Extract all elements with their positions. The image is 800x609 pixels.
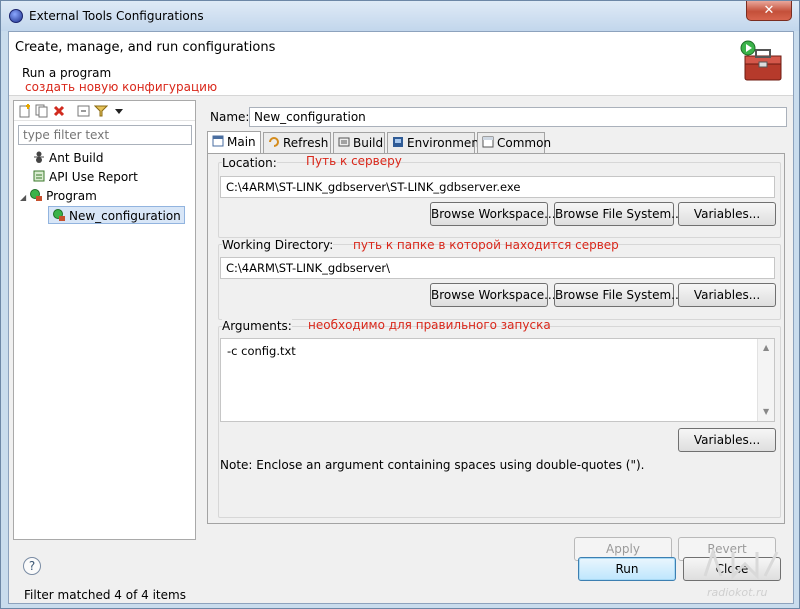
configuration-list-panel: Ant Build API Use Report ◢ Program New_co… <box>13 100 196 602</box>
tab-label: Common <box>497 136 552 150</box>
arguments-variables-button[interactable]: Variables... <box>678 428 776 452</box>
title-bar[interactable]: External Tools Configurations ✕ <box>1 1 799 31</box>
filter-status: Filter matched 4 of 4 items <box>24 588 186 602</box>
api-report-icon <box>33 170 45 182</box>
name-label: Name: <box>210 110 250 124</box>
annotation-new-config: создать новую конфигурацию <box>25 80 218 94</box>
tab-common[interactable]: Common <box>477 132 551 154</box>
tree-item-program[interactable]: ◢ Program <box>20 187 97 205</box>
watermark-logo <box>703 547 779 580</box>
annotation-location: Путь к серверу <box>306 154 402 168</box>
dialog-client: Create, manage, and run configurations R… <box>8 31 794 604</box>
config-toolbar <box>14 101 195 121</box>
window-close-button[interactable]: ✕ <box>746 1 792 21</box>
working-dir-variables-button[interactable]: Variables... <box>678 283 776 307</box>
arguments-scrollbar[interactable]: ▲ ▼ <box>757 339 774 421</box>
tree-item-api-use-report[interactable]: API Use Report <box>32 168 138 186</box>
header-subtitle: Run a program <box>22 66 112 80</box>
tab-build[interactable]: Build <box>333 132 385 154</box>
working-dir-browse-filesystem-button[interactable]: Browse File System... <box>554 283 683 307</box>
annotation-arguments: необходимо для правильного запуска <box>308 318 551 332</box>
program-config-icon <box>53 209 65 221</box>
header-title: Create, manage, and run configurations <box>15 40 276 55</box>
location-input[interactable]: C:\4ARM\ST-LINK_gdbserver\ST-LINK_gdbser… <box>220 176 775 198</box>
filter-icon[interactable] <box>94 104 108 118</box>
tab-main[interactable]: Main <box>207 131 261 155</box>
tree-item-label: API Use Report <box>49 170 138 184</box>
working-dir-group <box>218 244 781 320</box>
watermark-text: radiokot.ru <box>707 586 768 599</box>
eclipse-icon <box>9 9 23 23</box>
location-browse-workspace-button[interactable]: Browse Workspace... <box>430 202 556 226</box>
view-menu-icon[interactable] <box>112 104 126 118</box>
tree-item-label: New_configuration <box>69 209 181 223</box>
arguments-textarea[interactable]: -c config.txt ▲ ▼ <box>220 338 775 422</box>
location-browse-filesystem-button[interactable]: Browse File System... <box>554 202 683 226</box>
main-tab-panel: Location: Путь к серверу C:\4ARM\ST-LINK… <box>207 153 785 524</box>
working-dir-input[interactable]: C:\4ARM\ST-LINK_gdbserver\ <box>220 257 775 279</box>
tab-label: Environment <box>407 136 484 150</box>
name-input[interactable]: New_configuration <box>249 107 787 127</box>
tree-item-new-configuration[interactable]: New_configuration <box>48 206 185 224</box>
filter-input[interactable] <box>18 125 192 145</box>
delete-icon[interactable] <box>52 104 66 118</box>
duplicate-icon[interactable] <box>35 104 49 118</box>
scroll-up-icon[interactable]: ▲ <box>763 343 769 352</box>
location-variables-button[interactable]: Variables... <box>678 202 776 226</box>
working-dir-browse-workspace-button[interactable]: Browse Workspace... <box>430 283 556 307</box>
main-tab-icon <box>212 135 224 147</box>
tab-label: Refresh <box>283 136 329 150</box>
tab-label: Build <box>353 136 384 150</box>
tree-item-label: Ant Build <box>49 151 104 165</box>
expand-arrow-icon[interactable]: ◢ <box>20 193 26 202</box>
tree-item-ant-build[interactable]: Ant Build <box>32 149 103 167</box>
program-icon <box>30 189 43 201</box>
configuration-editor: Name: New_configuration Main Refresh Bui… <box>202 100 790 561</box>
build-icon <box>338 137 350 147</box>
location-group <box>218 162 781 238</box>
help-icon[interactable]: ? <box>23 557 41 575</box>
new-config-icon[interactable] <box>18 104 32 118</box>
ant-icon <box>34 151 44 163</box>
watermark: radiokot.ru <box>699 546 785 602</box>
arguments-note: Note: Enclose an argument containing spa… <box>220 458 645 472</box>
toolbox-run-icon <box>740 40 782 81</box>
arguments-text: -c config.txt <box>227 344 296 358</box>
annotation-working-dir: путь к папке в которой находится сервер <box>353 238 619 252</box>
environment-icon <box>393 137 403 147</box>
run-button[interactable]: Run <box>578 557 676 581</box>
tab-environment[interactable]: Environment <box>387 132 484 154</box>
arguments-label: Arguments: <box>222 319 292 333</box>
scroll-down-icon[interactable]: ▼ <box>763 407 769 416</box>
dialog-window: External Tools Configurations ✕ Create, … <box>0 0 800 609</box>
working-dir-label: Working Directory: <box>222 238 334 252</box>
tree-item-label: Program <box>46 189 97 203</box>
location-label: Location: <box>222 156 277 170</box>
tab-label: Main <box>227 135 256 149</box>
window-title: External Tools Configurations <box>29 9 204 23</box>
dialog-header: Create, manage, and run configurations R… <box>9 32 793 96</box>
refresh-icon <box>269 137 279 147</box>
tab-refresh[interactable]: Refresh <box>263 132 331 154</box>
collapse-all-icon[interactable] <box>77 104 91 118</box>
common-icon <box>482 136 494 148</box>
